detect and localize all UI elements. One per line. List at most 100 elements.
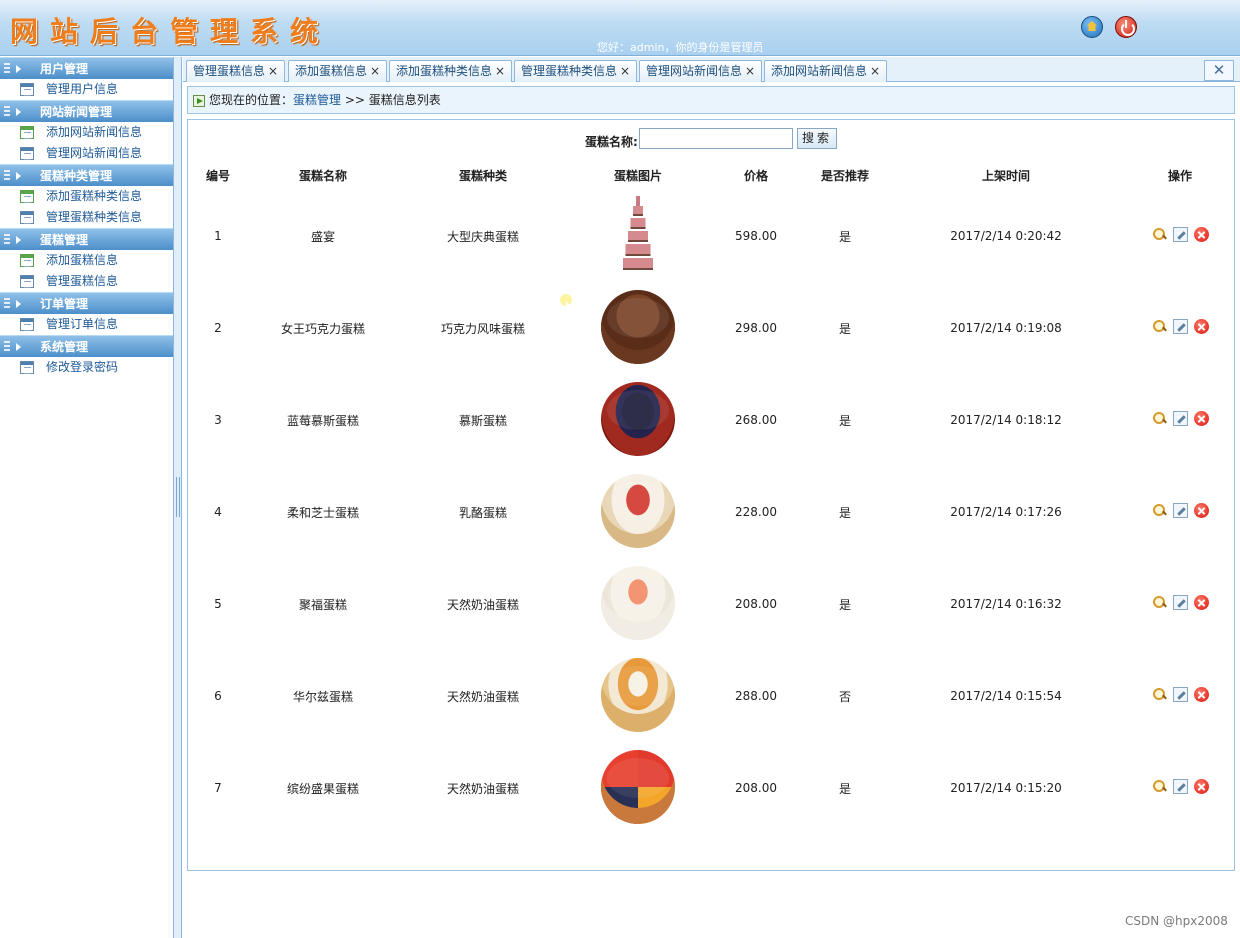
list-page-icon [20,211,34,224]
sidebar-splitter[interactable] [174,57,182,938]
table-row: 3 蓝莓慕斯蛋糕 慕斯蛋糕 268.00 是 2017/2/14 0:18:12 [188,374,1234,466]
view-icon[interactable] [1152,503,1167,518]
view-icon[interactable] [1152,227,1167,242]
tab[interactable]: 管理蛋糕信息 × [186,60,286,82]
sidebar-item[interactable]: 管理蛋糕信息 [0,271,173,292]
sidebar-item[interactable]: 管理订单信息 [0,314,173,335]
tab-close-icon[interactable]: × [495,64,505,78]
sidebar-item[interactable]: 修改登录密码 [0,357,173,378]
column-header: 蛋糕名称 [298,168,347,183]
tab[interactable]: 添加蛋糕种类信息 × [389,60,513,82]
sidebar-group-header[interactable]: 订单管理 [0,292,173,314]
row-actions [1152,503,1209,518]
splitter-grip[interactable] [176,477,180,517]
triangle-right-icon [16,343,21,351]
sidebar-item[interactable]: 管理网站新闻信息 [0,143,173,164]
delete-icon[interactable] [1193,779,1209,794]
search-button[interactable]: 搜索 [797,128,837,149]
sidebar-group-header[interactable]: 用户管理 [0,57,173,79]
row-actions [1152,411,1209,426]
column-header: 编号 [205,168,230,183]
sidebar-item-label: 添加蛋糕种类信息 [46,189,143,203]
sidebar-item-label: 管理蛋糕种类信息 [46,210,143,224]
sidebar-menu: 用户管理 管理用户信息 网站新闻管理 添加网站新闻信息 管理网站新闻信息 蛋糕种类管理 添加… [0,57,174,938]
cell-id: 5 [214,597,222,611]
triangle-right-icon [16,65,21,73]
tab-close-icon[interactable]: × [870,64,880,78]
tab[interactable]: 管理蛋糕种类信息 × [514,60,638,82]
sidebar-group-header[interactable]: 蛋糕种类管理 [0,164,173,186]
cell-price: 228.00 [735,505,777,519]
sidebar-item[interactable]: 管理蛋糕种类信息 [0,207,173,228]
tab-label: 管理网站新闻信息 [646,64,743,78]
power-icon[interactable] [1115,16,1137,38]
main-content: 蛋糕名称: 搜索 编号 蛋糕名称 蛋糕种类 蛋糕图片 价格 是否推荐 上架时间 操作 1 盛宴 大… [187,119,1235,871]
cell-image [568,374,708,466]
cell-price: 298.00 [735,321,777,335]
tab-close-icon[interactable]: × [268,64,278,78]
tab[interactable]: 添加蛋糕信息 × [288,60,388,82]
edit-icon[interactable] [1172,595,1188,610]
delete-icon[interactable] [1193,595,1209,610]
sidebar-item[interactable]: 添加网站新闻信息 [0,122,173,143]
list-page-icon [20,147,34,160]
user-greeting: 您好：admin，你的身份是管理员 [597,41,764,54]
tab-close-icon[interactable]: × [745,64,755,78]
column-header: 上架时间 [981,168,1030,183]
home-icon[interactable] [1081,16,1103,38]
column-header: 操作 [1167,168,1192,183]
cell-type: 天然奶油蛋糕 [446,597,519,612]
cell-image [568,466,708,558]
sidebar-item[interactable]: 管理用户信息 [0,79,173,100]
sidebar-group-header[interactable]: 系统管理 [0,335,173,357]
cell-recommend: 是 [838,229,851,244]
cake-tier [628,230,648,242]
cell-type: 慕斯蛋糕 [458,413,507,428]
triangle-right-icon [16,236,21,244]
view-icon[interactable] [1152,595,1167,610]
edit-icon[interactable] [1172,227,1188,242]
view-icon[interactable] [1152,779,1167,794]
cake-tier [633,205,643,216]
sidebar-item[interactable]: 添加蛋糕种类信息 [0,186,173,207]
delete-icon[interactable] [1193,319,1209,334]
close-all-tabs-button[interactable]: ✕ [1204,60,1234,81]
cell-image [568,650,708,742]
search-input[interactable] [639,128,793,149]
delete-icon[interactable] [1193,411,1209,426]
cake-image [601,473,675,548]
cell-time: 2017/2/14 0:18:12 [950,413,1062,427]
sidebar-group-header[interactable]: 蛋糕管理 [0,228,173,250]
cell-id: 2 [214,321,222,335]
list-page-icon [20,83,34,96]
column-header: 蛋糕图片 [613,168,662,183]
sidebar-group-header[interactable]: 网站新闻管理 [0,100,173,122]
sidebar-item[interactable]: 添加蛋糕信息 [0,250,173,271]
edit-icon[interactable] [1172,687,1188,702]
tab-close-icon[interactable]: × [620,64,630,78]
delete-icon[interactable] [1193,503,1209,518]
edit-icon[interactable] [1172,411,1188,426]
edit-icon[interactable] [1172,779,1188,794]
row-actions [1152,595,1209,610]
breadcrumb-link[interactable]: 蛋糕管理 [293,93,341,107]
table-body: 1 盛宴 大型庆典蛋糕 598.00 是 2017/2/14 0:20:42 2 女王巧克力蛋… [188,190,1234,834]
edit-icon[interactable] [1172,319,1188,334]
cell-price: 288.00 [735,689,777,703]
cell-recommend: 是 [838,321,851,336]
edit-icon[interactable] [1172,503,1188,518]
view-icon[interactable] [1152,319,1167,334]
view-icon[interactable] [1152,687,1167,702]
delete-icon[interactable] [1193,227,1209,242]
view-icon[interactable] [1152,411,1167,426]
delete-icon[interactable] [1193,687,1209,702]
grip-icon [4,170,10,182]
cell-name: 聚福蛋糕 [298,597,347,612]
cell-recommend: 是 [838,597,851,612]
cell-actions [1126,374,1234,466]
tab[interactable]: 添加网站新闻信息 × [764,60,888,82]
tab-close-icon[interactable]: × [370,64,380,78]
cell-image [568,558,708,650]
cell-image [568,190,708,282]
tab[interactable]: 管理网站新闻信息 × [639,60,763,82]
